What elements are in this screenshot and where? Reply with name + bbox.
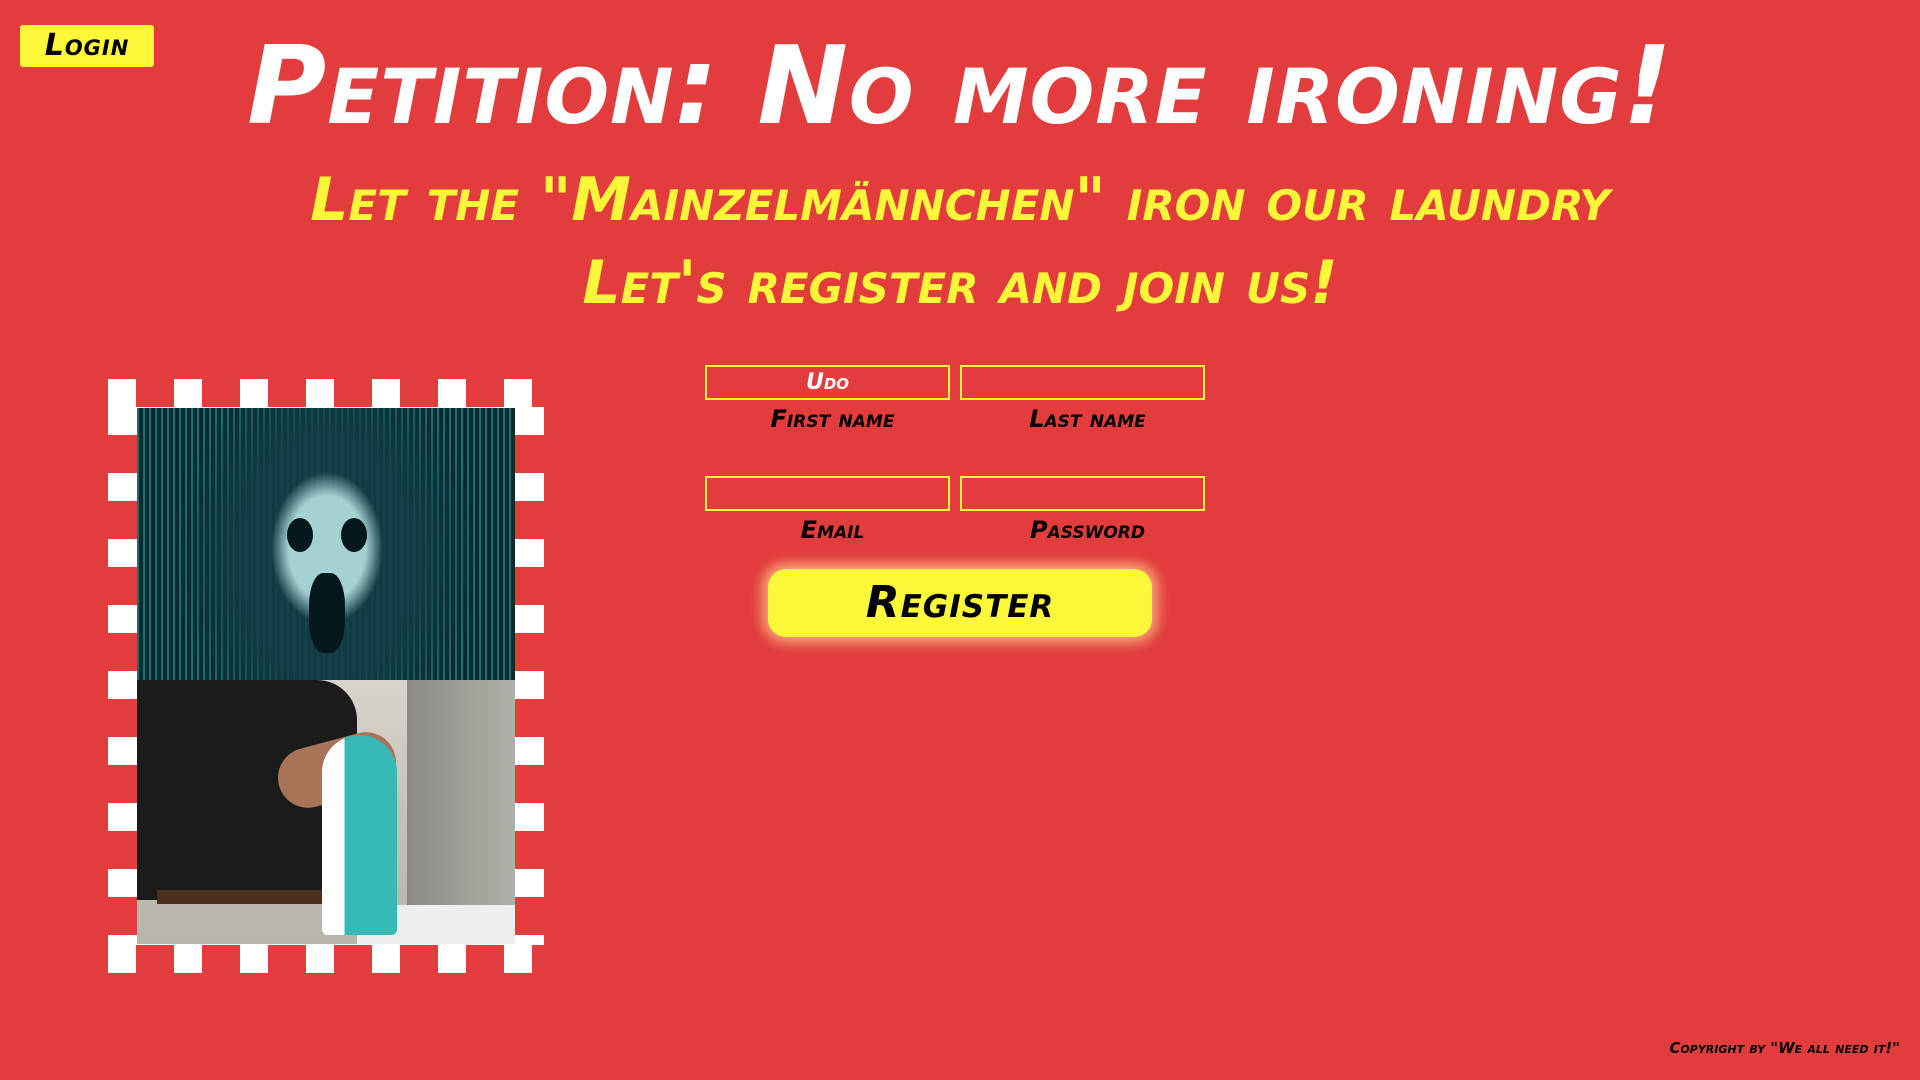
- register-button[interactable]: Register: [768, 569, 1152, 637]
- call-to-action: Let's register and join us!: [582, 248, 1338, 318]
- email-field[interactable]: [705, 476, 950, 511]
- first-name-label: First name: [770, 405, 895, 433]
- page-subtitle: Let the "Mainzelmännchen" iron our laund…: [310, 165, 1610, 235]
- skull-mouth: [309, 573, 345, 653]
- clothes-iron: [322, 735, 397, 935]
- image-frame: [108, 379, 544, 973]
- email-label: Email: [800, 516, 865, 544]
- first-name-field[interactable]: Udo: [705, 365, 950, 400]
- password-label: Password: [1029, 516, 1146, 544]
- skull-eye-left: [287, 518, 313, 552]
- petition-image: [137, 408, 515, 944]
- password-field[interactable]: [960, 476, 1205, 511]
- page-title: Petition: No more ironing!: [247, 24, 1673, 149]
- skull-eye-right: [341, 518, 367, 552]
- copyright-text: Copyright by "We all need it!": [1669, 1039, 1900, 1057]
- last-name-field[interactable]: [960, 365, 1205, 400]
- hooded-skull-image: [137, 408, 515, 680]
- ironing-image: [137, 680, 515, 944]
- hanging-shirt: [407, 680, 515, 920]
- last-name-label: Last name: [1029, 405, 1146, 433]
